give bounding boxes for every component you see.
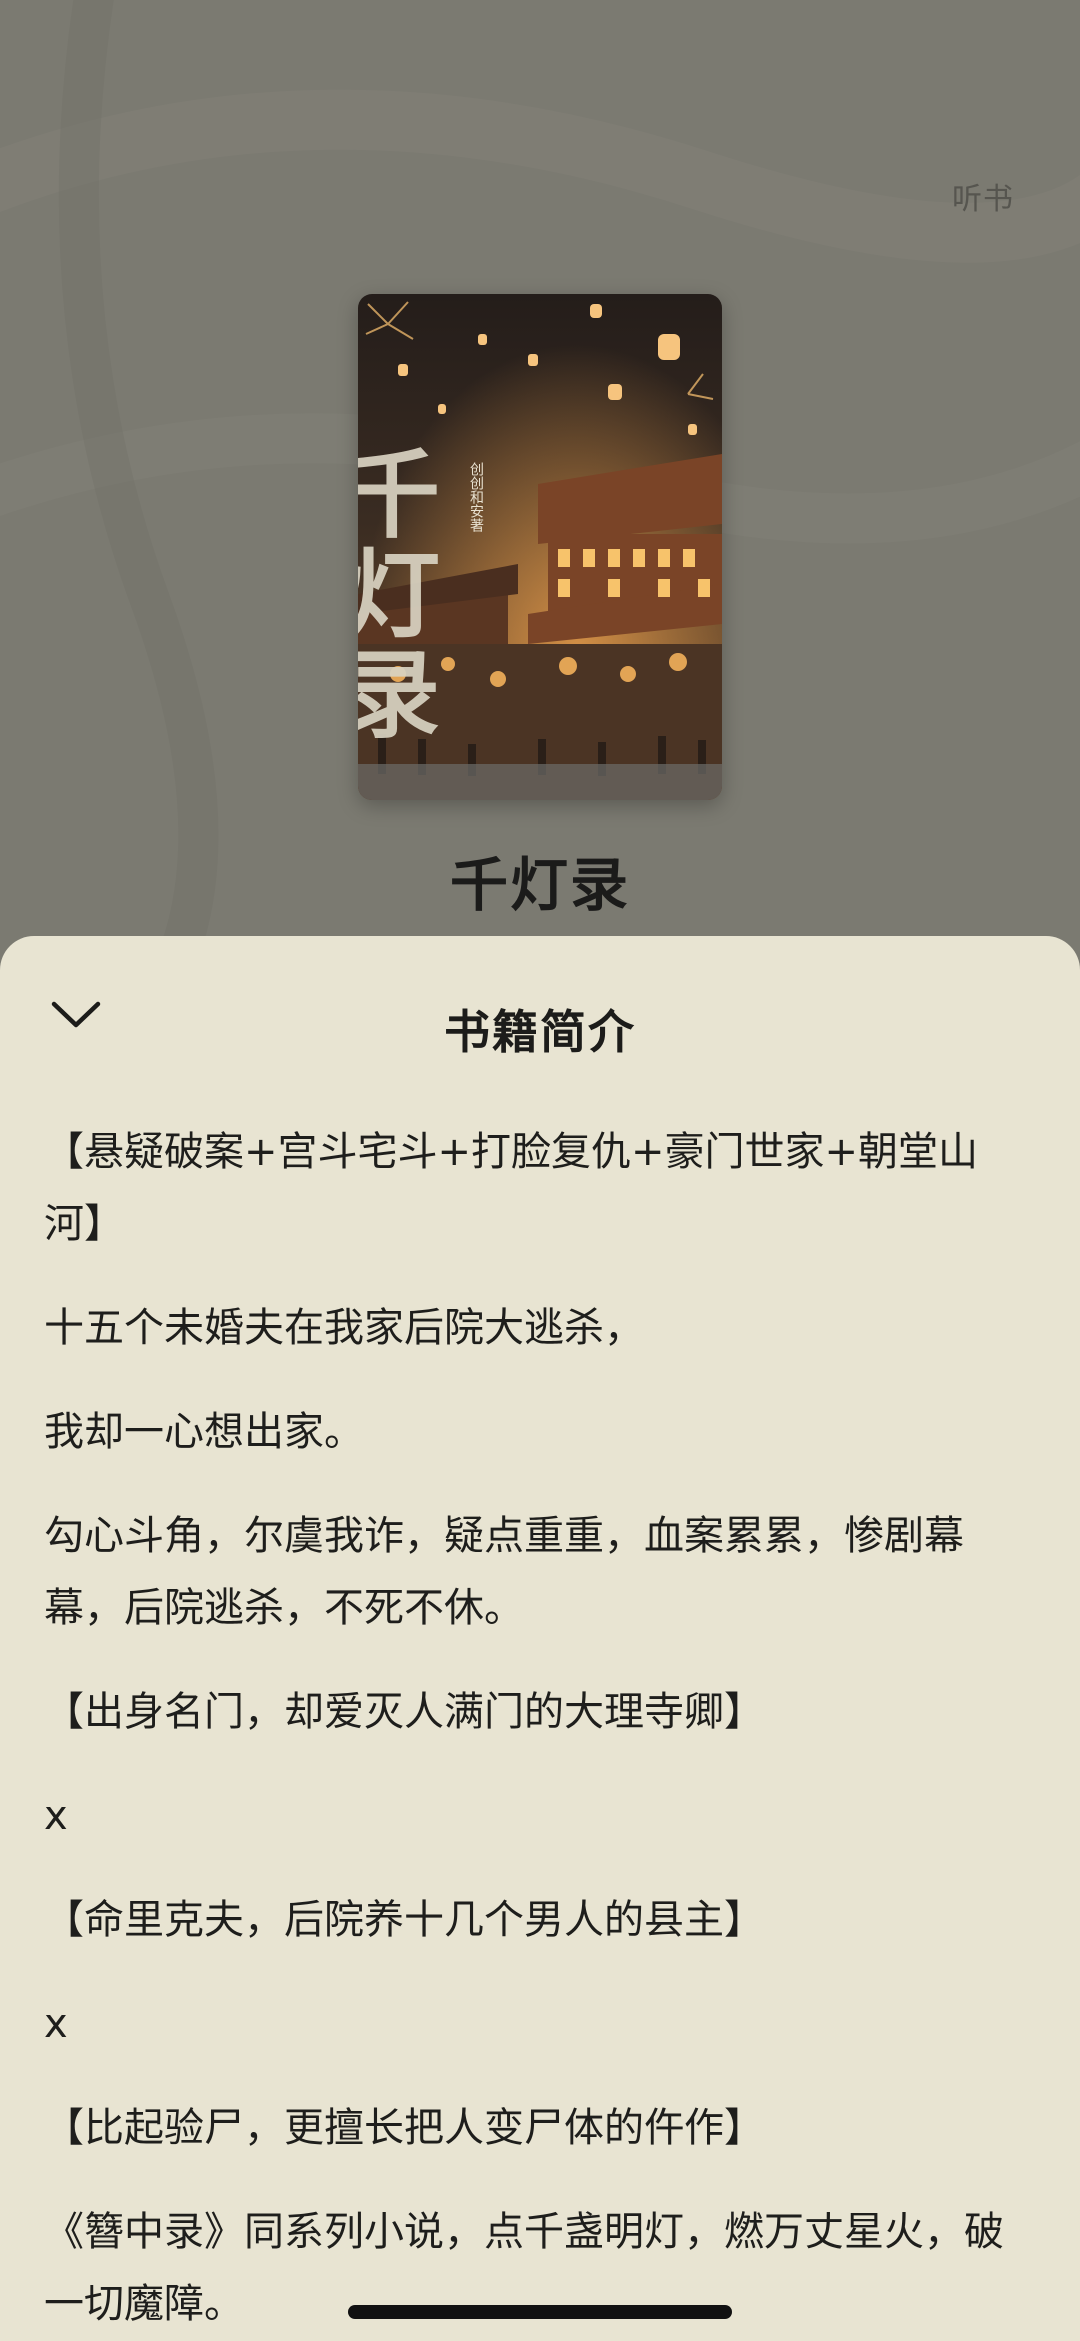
book-description: 【悬疑破案+宫斗宅斗+打脸复仇+豪门世家+朝堂山河】 十五个未婚夫在我家后院大逃… bbox=[44, 1116, 1034, 2341]
book-title: 千灯录 bbox=[449, 851, 630, 919]
cover-author-art: 创创和安著 bbox=[468, 462, 484, 532]
description-paragraph: 十五个未婚夫在我家后院大逃杀， bbox=[44, 1305, 644, 1351]
listen-button[interactable]: 听书 bbox=[952, 174, 1014, 218]
description-paragraph: 我却一心想出家。 bbox=[44, 1409, 364, 1455]
intro-sheet: 书籍简介 【悬疑破案+宫斗宅斗+打脸复仇+豪门世家+朝堂山河】 十五个未婚夫在我… bbox=[0, 936, 1080, 2341]
description-paragraph: x bbox=[44, 1793, 68, 1839]
book-cover[interactable]: 千灯录 创创和安著 bbox=[358, 294, 722, 800]
description-paragraph: 【命里克夫，后院养十几个男人的县主】 bbox=[44, 1897, 764, 1943]
sheet-title: 书籍简介 bbox=[444, 1005, 636, 1059]
description-paragraph: x bbox=[44, 2001, 68, 2047]
description-paragraph: 【出身名门，却爱灭人满门的大理寺卿】 bbox=[44, 1689, 764, 1735]
cover-title-art: 千灯录 bbox=[358, 444, 441, 744]
book-detail-screen: 听书 千灯录 创创和安著 千灯录 书籍简介 【悬疑破案+宫斗宅斗+打脸复仇+豪门… bbox=[0, 0, 1080, 2341]
book-cover-image: 千灯录 创创和安著 bbox=[358, 294, 722, 800]
sheet-header: 书籍简介 bbox=[0, 936, 1080, 1116]
description-paragraph: 勾心斗角，尔虞我诈，疑点重重，血案累累，惨剧幕幕，后院逃杀，不死不休。 bbox=[44, 1513, 964, 1631]
home-indicator[interactable] bbox=[348, 2305, 732, 2319]
description-paragraph: 【比起验尸，更擅长把人变尸体的仵作】 bbox=[44, 2105, 764, 2151]
description-paragraph: 【悬疑破案+宫斗宅斗+打脸复仇+豪门世家+朝堂山河】 bbox=[44, 1129, 979, 1247]
